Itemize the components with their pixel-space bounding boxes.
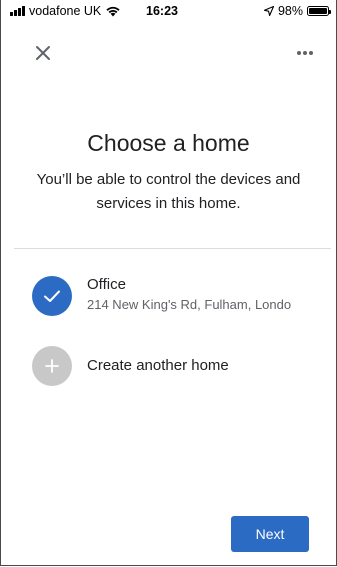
close-icon bbox=[36, 46, 50, 60]
create-home-label: Create another home bbox=[87, 357, 229, 374]
divider bbox=[14, 248, 331, 249]
status-left: vodafone UK bbox=[10, 4, 121, 18]
page-title: Choose a home bbox=[87, 130, 250, 156]
check-icon bbox=[44, 290, 60, 302]
more-options-button[interactable] bbox=[292, 44, 318, 62]
carrier-label: vodafone UK bbox=[29, 4, 102, 18]
battery-icon bbox=[307, 6, 331, 16]
home-name: Office bbox=[87, 276, 126, 293]
status-time: 16:23 bbox=[146, 4, 178, 18]
status-right: 98% bbox=[263, 4, 331, 18]
create-home-item[interactable]: Create another home bbox=[0, 346, 335, 396]
battery-percent: 98% bbox=[277, 4, 303, 18]
selected-indicator bbox=[32, 276, 72, 316]
plus-indicator bbox=[32, 346, 72, 386]
home-item-office[interactable]: Office 214 New King's Rd, Fulham, Londo bbox=[0, 272, 335, 322]
close-button[interactable] bbox=[34, 44, 52, 62]
status-bar: vodafone UK 16:23 98% bbox=[0, 0, 337, 22]
signal-icon bbox=[10, 6, 25, 16]
more-icon bbox=[297, 51, 313, 55]
plus-icon bbox=[45, 359, 59, 373]
home-address: 214 New King's Rd, Fulham, Londo bbox=[87, 297, 292, 312]
wifi-icon bbox=[106, 6, 120, 17]
location-arrow-icon bbox=[263, 6, 274, 16]
page-subtitle: You’ll be able to control the devices an… bbox=[36, 171, 301, 212]
next-button[interactable]: Next bbox=[231, 516, 309, 552]
